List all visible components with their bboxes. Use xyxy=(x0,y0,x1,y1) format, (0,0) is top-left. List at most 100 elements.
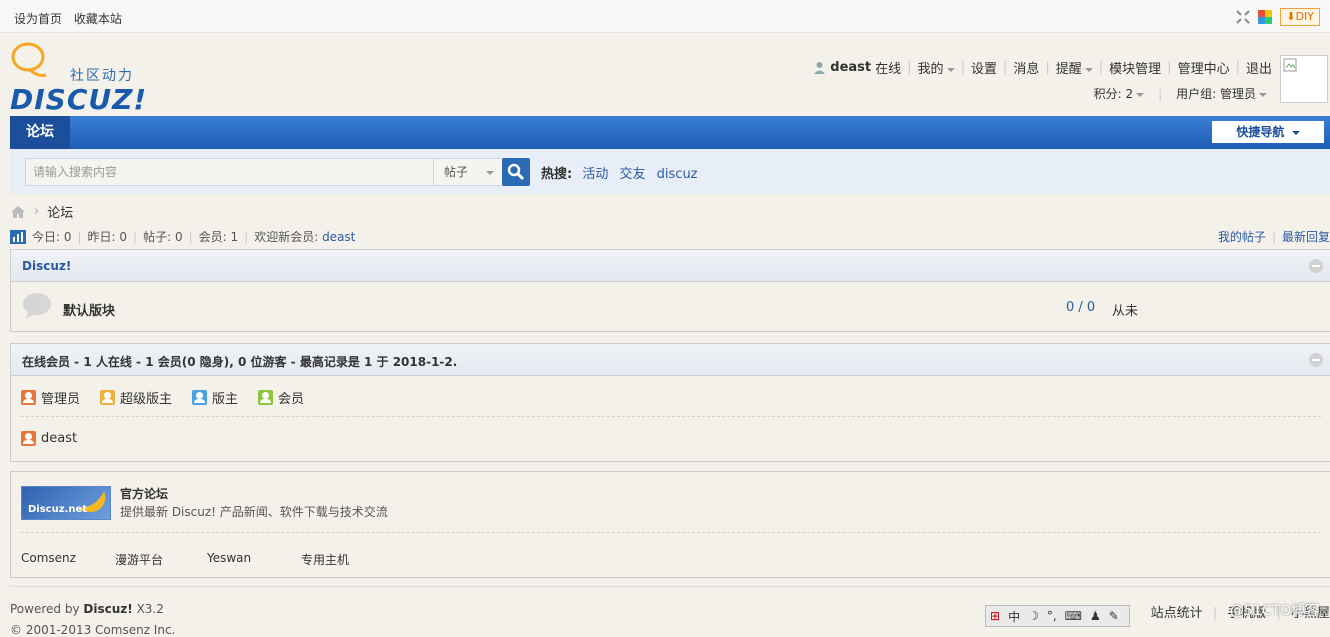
link-comsenz[interactable]: Comsenz xyxy=(21,551,76,565)
group-legend: 管理员 超级版主 版主 会员 xyxy=(21,388,324,407)
online-header: 在线会员 - 1 人在线 - 1 会员(0 隐身), 0 位游客 - 最高记录是… xyxy=(11,344,1330,376)
settings-link[interactable]: 设置 xyxy=(971,58,997,77)
watermark: @51CTO博客 xyxy=(1230,603,1320,619)
quick-nav-button[interactable]: 快捷导航 xyxy=(1212,121,1324,143)
online-user-deast[interactable]: deast xyxy=(21,431,77,446)
legend-admin: 管理员 xyxy=(21,388,80,407)
ime-moon-icon[interactable]: ☽ xyxy=(1028,609,1039,623)
site-logo[interactable]: 社区动力 DISCUZ! xyxy=(10,41,150,116)
latest-replies-link[interactable]: 最新回复 xyxy=(1282,230,1330,244)
diy-label: DIY xyxy=(1295,10,1314,23)
forum-stats: 今日: 0 | 昨日: 0 | 帖子: 0 | 会员: 1 | 欢迎新会员: deast xyxy=(10,228,355,245)
footer: Powered by Discuz! X3.2 © 2001-2013 Coms… xyxy=(10,586,1330,637)
online-box: 在线会员 - 1 人在线 - 1 会员(0 隐身), 0 位游客 - 最高记录是… xyxy=(10,343,1330,462)
diy-button[interactable]: ⬇DIY xyxy=(1280,8,1320,26)
header: 社区动力 DISCUZ! deast 在线 | 我的 | 设置 | 消息 | 提… xyxy=(0,33,1330,116)
stat-today: 今日: 0 xyxy=(32,230,72,244)
collapse-icon[interactable] xyxy=(1309,259,1323,273)
ime-chinese-mode[interactable]: 中 xyxy=(1008,608,1020,625)
nav-tab-forum[interactable]: 论坛 xyxy=(10,116,70,149)
avatar[interactable] xyxy=(1280,55,1328,103)
notify-menu[interactable]: 提醒 xyxy=(1056,58,1093,77)
supermod-user-icon xyxy=(100,390,116,405)
admin-center-link[interactable]: 管理中心 xyxy=(1178,58,1230,77)
official-forum-desc: 提供最新 Discuz! 产品新闻、软件下载与技术交流 xyxy=(120,505,388,519)
stat-members: 会员: 1 xyxy=(198,230,239,244)
ime-punct-icon[interactable]: °, xyxy=(1047,609,1057,623)
official-forum-link[interactable]: 官方论坛 xyxy=(120,485,168,502)
member-user-icon xyxy=(258,390,274,405)
hot-search: 热搜: 活动 交友 discuz xyxy=(541,163,705,182)
search-icon xyxy=(507,163,525,181)
hot-link-activity[interactable]: 活动 xyxy=(582,167,608,182)
mod-user-icon xyxy=(192,390,208,405)
collapse-icon[interactable] xyxy=(1309,353,1323,367)
home-icon[interactable] xyxy=(10,205,26,219)
my-posts-link[interactable]: 我的帖子 xyxy=(1218,230,1266,244)
chevron-down-icon xyxy=(485,170,494,175)
link-hosting[interactable]: 专用主机 xyxy=(301,551,349,568)
chevron-down-icon xyxy=(1259,92,1267,97)
discuz-net-logo-text: Discuz.net xyxy=(28,504,88,515)
link-yeswan[interactable]: Yeswan xyxy=(207,551,251,565)
chevron-down-icon xyxy=(1136,92,1145,97)
logo-brand: DISCUZ! xyxy=(10,83,148,116)
hot-label: 热搜: xyxy=(541,167,573,182)
hot-link-friends[interactable]: 交友 xyxy=(620,167,646,182)
welcome-text: 欢迎新会员: xyxy=(254,230,319,244)
bookmark-link[interactable]: 收藏本站 xyxy=(74,12,122,26)
broken-image-icon xyxy=(1283,58,1297,72)
category-header: Discuz! xyxy=(11,250,1330,282)
color-theme-icon[interactable] xyxy=(1258,10,1273,24)
forum-name-link[interactable]: 默认版块 xyxy=(63,300,115,319)
logo-bubble-icon xyxy=(11,42,47,77)
fullscreen-icon[interactable] xyxy=(1236,10,1251,24)
category-title[interactable]: Discuz! xyxy=(22,259,71,273)
chevron-down-icon xyxy=(946,67,955,72)
usergroup-menu[interactable]: 用户组: 管理员 xyxy=(1176,85,1267,102)
legend-supermod: 超级版主 xyxy=(100,388,172,407)
logout-link[interactable]: 退出 xyxy=(1246,58,1272,77)
ime-wrench-icon[interactable]: ✎ xyxy=(1109,609,1119,623)
ime-toolbar[interactable]: ⊞ 中 ☽ °, ⌨ ♟ ✎ xyxy=(985,605,1130,627)
admin-user-icon xyxy=(21,431,36,446)
hot-link-discuz[interactable]: discuz xyxy=(657,167,698,182)
breadcrumb-current: 论坛 xyxy=(47,206,74,221)
online-status: 在线 xyxy=(875,62,902,77)
messages-link[interactable]: 消息 xyxy=(1013,58,1039,77)
forum-status-icon xyxy=(23,293,51,319)
ime-logo-icon: ⊞ xyxy=(990,609,1001,623)
main-nav: 论坛 快捷导航 xyxy=(10,116,1330,149)
online-user-list: deast xyxy=(21,431,97,446)
online-title[interactable]: 在线会员 - 1 人在线 - 1 会员(0 隐身), 0 位游客 - 最高记录是… xyxy=(22,353,457,370)
top-bar: 设为首页 收藏本站 ⬇DIY xyxy=(0,0,1330,33)
user-icon xyxy=(814,62,826,74)
ime-user-icon[interactable]: ♟ xyxy=(1090,609,1101,623)
link-manyou[interactable]: 漫游平台 xyxy=(115,551,163,568)
forum-row: 默认版块 0 / 0 从未 xyxy=(11,282,1330,331)
points-menu[interactable]: 积分: 2 xyxy=(1094,85,1145,102)
legend-member: 会员 xyxy=(258,388,304,407)
copyright: © 2001-2013 Comsenz Inc. xyxy=(10,623,176,637)
search-button[interactable] xyxy=(502,158,530,186)
discuz-link[interactable]: Discuz! xyxy=(83,602,132,616)
set-home-link[interactable]: 设为首页 xyxy=(14,12,62,26)
new-member-link[interactable]: deast xyxy=(322,230,355,244)
forum-counts: 0 / 0 xyxy=(1066,300,1096,315)
ime-keyboard-icon[interactable]: ⌨ xyxy=(1065,609,1082,623)
diy-arrow-icon: ⬇ xyxy=(1286,10,1296,23)
forum-last-post: 从未 xyxy=(1112,304,1139,319)
logo-slogan: 社区动力 xyxy=(70,68,134,84)
discuz-net-logo[interactable]: Discuz.net xyxy=(21,486,111,520)
username-link[interactable]: deast xyxy=(830,60,871,75)
stat-posts: 帖子: 0 xyxy=(143,230,183,244)
powered-by: Powered by Discuz! X3.2 xyxy=(10,602,164,616)
site-stats-link[interactable]: 站点统计 xyxy=(1151,606,1203,621)
stats-chart-icon[interactable] xyxy=(10,229,26,244)
category-box: Discuz! 默认版块 0 / 0 从未 xyxy=(10,249,1330,332)
my-menu[interactable]: 我的 xyxy=(918,58,955,77)
search-input[interactable]: 请输入搜索内容 xyxy=(25,158,441,186)
module-manage-link[interactable]: 模块管理 xyxy=(1109,58,1161,77)
search-type-select[interactable]: 帖子 xyxy=(433,158,505,186)
search-bar: 请输入搜索内容 帖子 热搜: 活动 交友 discuz xyxy=(10,149,1330,194)
